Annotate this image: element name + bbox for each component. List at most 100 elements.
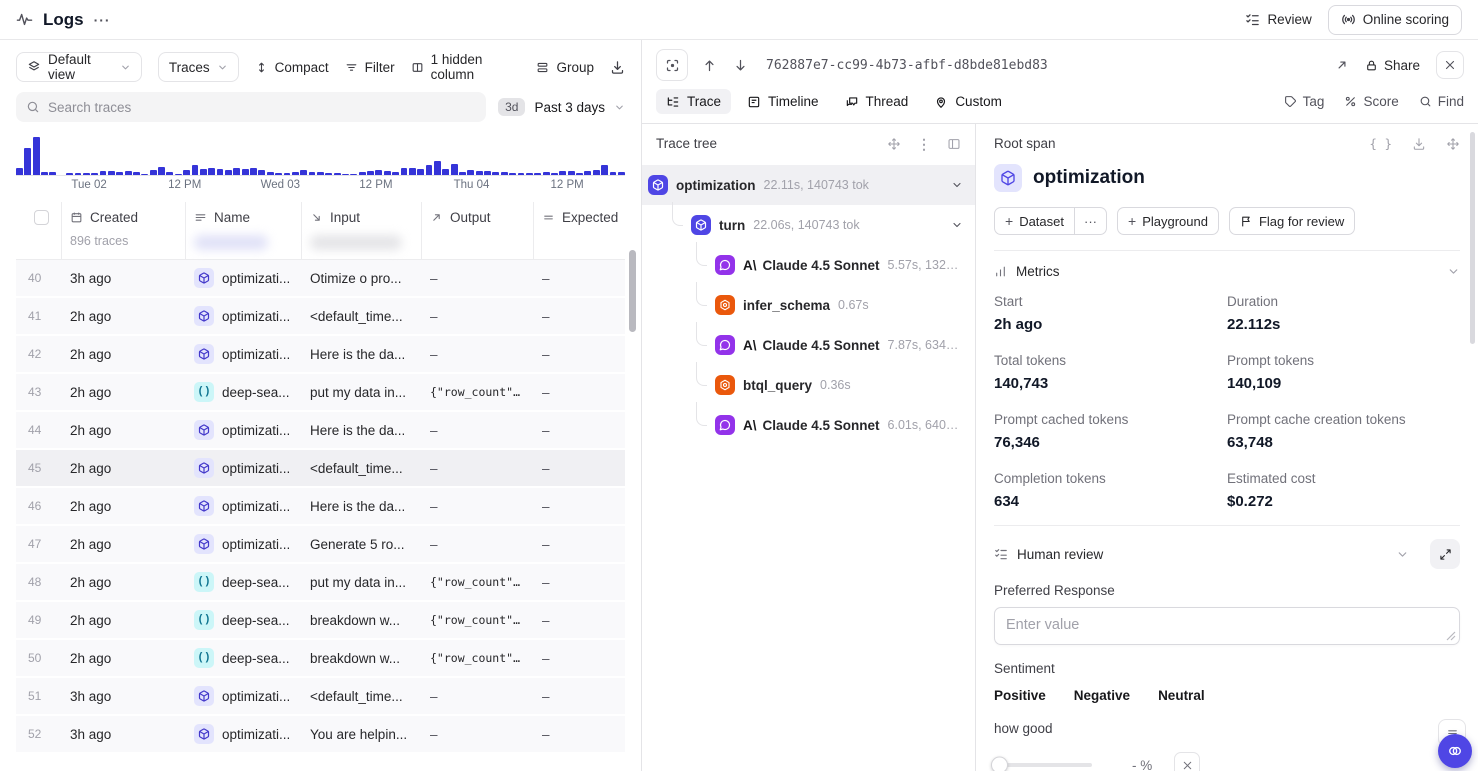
panel-layout-icon[interactable] [947,137,961,151]
json-view-icon[interactable]: { } [1369,136,1392,151]
add-to-dataset-button[interactable]: +Dataset [994,207,1075,235]
metric-item: Duration 22.112s [1227,294,1460,333]
histogram-bar [284,173,291,175]
trace-tree-node[interactable]: turn 22.06s, 140743 tok [642,205,975,245]
group-button[interactable]: Group [536,60,594,75]
histogram-bar [217,169,224,175]
dataset-more-button[interactable]: ··· [1075,207,1107,235]
prev-trace-button[interactable] [700,58,719,73]
table-row[interactable]: 42 2h ago optimizati... Here is the da..… [16,336,625,374]
table-row[interactable]: 47 2h ago optimizati... Generate 5 ro...… [16,526,625,564]
clear-score-button[interactable] [1174,752,1200,771]
trace-tree-node[interactable]: A\ Claude 4.5 Sonnet 6.01s, 64034 tok [642,405,975,445]
close-panel-button[interactable] [1436,51,1464,79]
column-header-name[interactable]: Name [186,202,302,233]
download-button[interactable] [610,60,625,75]
resize-handle-icon[interactable] [1446,631,1456,641]
table-header-subrow: 896 traces [16,233,625,259]
trace-tree-node[interactable]: optimization 22.11s, 140743 tok [642,165,975,205]
trace-tree-title: Trace tree [656,136,717,151]
trace-tree-node[interactable]: btql_query 0.36s [642,365,975,405]
histogram-bar [492,172,499,175]
preferred-response-input[interactable]: Enter value [994,607,1460,645]
move-icon[interactable] [1446,137,1460,151]
chevron-down-icon[interactable] [1447,265,1460,278]
trace-tree-node[interactable]: A\ Claude 4.5 Sonnet 7.87s, 63426 tok [642,325,975,365]
column-header-input[interactable]: Input [302,202,422,233]
table-row[interactable]: 51 3h ago optimizati... <default_time...… [16,678,625,716]
histogram-bar [484,171,491,175]
trace-detail-panel: 762887e7-cc99-4b73-afbf-d8bde81ebd83 Sha… [641,40,1478,771]
next-trace-button[interactable] [731,58,750,73]
slider-thumb[interactable] [991,757,1008,771]
table-row[interactable]: 50 2h ago () deep-sea... breakdown w... … [16,640,625,678]
page-menu-button[interactable]: ··· [94,12,111,28]
select-all-checkbox[interactable] [34,210,49,225]
row-name: () deep-sea... [186,610,302,630]
share-button[interactable]: Share [1365,58,1420,73]
move-icon[interactable] [887,137,901,151]
focus-trace-button[interactable] [656,49,688,81]
assistant-floating-button[interactable] [1438,734,1472,768]
compact-toggle[interactable]: Compact [255,60,329,75]
column-header-expected[interactable]: Expected [534,202,626,233]
tag-button[interactable]: Tag [1284,94,1325,109]
how-good-slider[interactable] [994,763,1092,767]
table-row[interactable]: 44 2h ago optimizati... Here is the da..… [16,412,625,450]
review-button[interactable]: Review [1245,12,1311,27]
traces-selector[interactable]: Traces [158,52,239,82]
tab-timeline[interactable]: Timeline [737,89,829,114]
table-row[interactable]: 49 2h ago () deep-sea... breakdown w... … [16,602,625,640]
time-range-selector[interactable]: 3d Past 3 days [498,98,625,116]
metric-item: Prompt cached tokens 76,346 [994,412,1227,451]
row-input: You are helpin... [302,727,422,742]
find-button[interactable]: Find [1419,94,1464,109]
column-header-created[interactable]: Created [62,202,186,233]
table-row[interactable]: 43 2h ago () deep-sea... put my data in.… [16,374,625,412]
span-type-icon [194,458,214,478]
metric-value: 22.112s [1227,316,1460,333]
filter-button[interactable]: Filter [345,60,395,75]
histogram-bar [534,173,541,175]
flag-for-review-button[interactable]: Flag for review [1229,207,1355,235]
hidden-column-button[interactable]: 1 hidden column [411,52,521,82]
expand-review-button[interactable] [1430,539,1460,569]
span-type-icon [715,255,735,275]
trace-volume-histogram[interactable]: Tue 0212 PMWed 0312 PMThu 0412 PM [16,136,625,194]
text-lines-icon [194,211,207,224]
view-selector[interactable]: Default view [16,52,142,82]
histogram-bar [551,173,558,175]
column-header-output[interactable]: Output [422,202,534,233]
add-to-playground-button[interactable]: +Playground [1117,207,1219,235]
chevron-down-icon[interactable] [1396,548,1409,561]
sentiment-option-neutral[interactable]: Neutral [1158,688,1205,703]
histogram-bar [442,169,449,175]
search-input[interactable] [48,100,476,115]
download-icon[interactable] [1412,137,1426,151]
chevron-down-icon[interactable] [951,179,963,191]
sentiment-option-positive[interactable]: Positive [994,688,1046,703]
table-row[interactable]: 48 2h ago () deep-sea... put my data in.… [16,564,625,602]
table-scrollbar[interactable] [629,250,636,332]
row-input: breakdown w... [302,651,422,666]
table-row[interactable]: 45 2h ago optimizati... <default_time...… [16,450,625,488]
metric-label: Start [994,294,1227,309]
score-button[interactable]: Score [1344,94,1398,109]
detail-scrollbar[interactable] [1470,132,1475,344]
trace-tree-node[interactable]: infer_schema 0.67s [642,285,975,325]
trace-tree-node[interactable]: A\ Claude 4.5 Sonnet 5.57s, 13283 tok [642,245,975,285]
tab-trace[interactable]: Trace [656,89,731,114]
table-row[interactable]: 46 2h ago optimizati... Here is the da..… [16,488,625,526]
table-row[interactable]: 52 3h ago optimizati... You are helpin..… [16,716,625,754]
table-row[interactable]: 41 2h ago optimizati... <default_time...… [16,298,625,336]
sentiment-option-negative[interactable]: Negative [1074,688,1130,703]
table-row[interactable]: 40 3h ago optimizati... Otimize o pro...… [16,260,625,298]
chevron-down-icon[interactable] [951,219,963,231]
more-options-icon[interactable]: ⋮ [917,137,931,151]
span-type-icon [715,335,735,355]
open-external-icon[interactable] [1335,58,1349,72]
tab-custom[interactable]: Custom [924,89,1012,114]
online-scoring-button[interactable]: Online scoring [1328,5,1462,35]
search-traces-box[interactable] [16,92,486,122]
tab-thread[interactable]: Thread [835,89,919,114]
